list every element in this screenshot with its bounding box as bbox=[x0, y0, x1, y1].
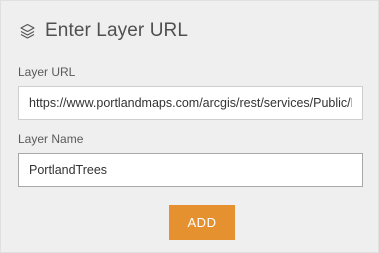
panel-title: Enter Layer URL bbox=[45, 20, 189, 41]
layer-url-input[interactable] bbox=[18, 86, 363, 120]
layer-name-input[interactable] bbox=[18, 153, 363, 187]
layer-name-label: Layer Name bbox=[18, 132, 84, 146]
layers-icon bbox=[18, 22, 36, 40]
layer-url-label: Layer URL bbox=[18, 65, 76, 79]
enter-layer-url-panel: Enter Layer URL Layer URL Layer Name ADD bbox=[0, 0, 379, 253]
panel-header: Enter Layer URL bbox=[18, 17, 188, 45]
add-button[interactable]: ADD bbox=[169, 205, 235, 240]
